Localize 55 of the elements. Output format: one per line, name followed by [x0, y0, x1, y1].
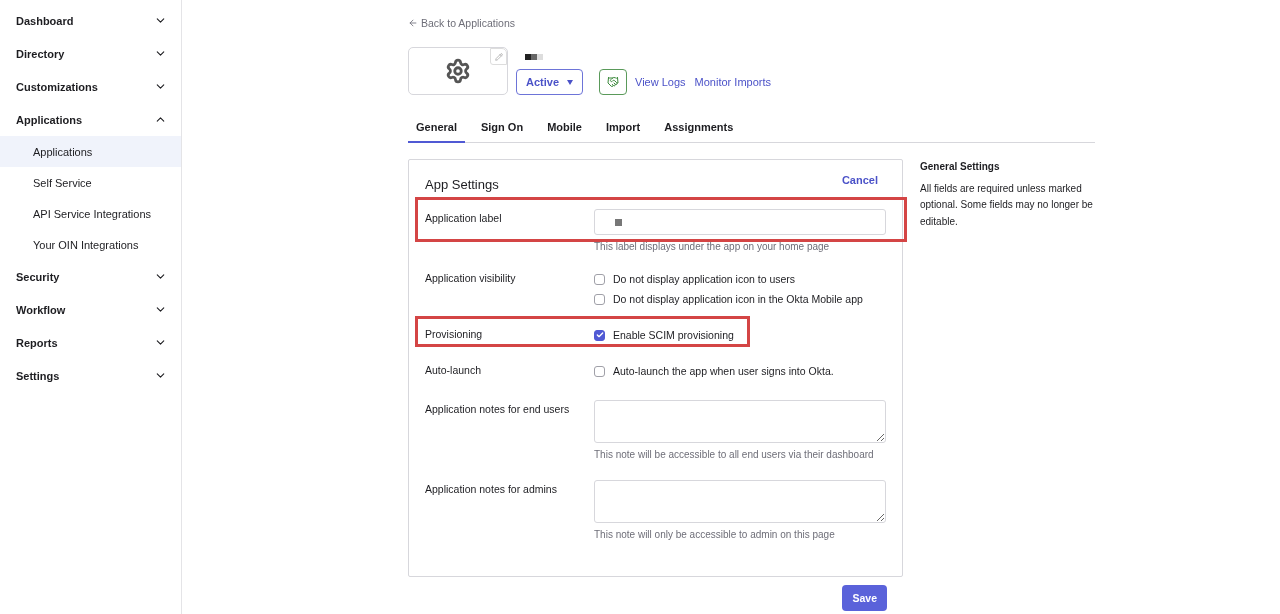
header-link[interactable]: View Logs — [635, 76, 686, 88]
field-label: Provisioning — [425, 328, 484, 342]
status-dropdown[interactable]: Active — [516, 69, 584, 95]
tab[interactable]: Assignments — [656, 115, 742, 143]
tab[interactable]: Import — [598, 115, 649, 143]
gear-icon — [445, 58, 471, 84]
nav-group[interactable]: Customizations — [0, 70, 181, 103]
field-label: Application notes for end users — [425, 402, 571, 417]
checkbox[interactable] — [594, 329, 605, 341]
nav-group[interactable]: Workflow — [0, 293, 181, 326]
checkbox-label: Do not display application icon to users — [613, 273, 796, 285]
notes-field[interactable] — [594, 480, 886, 523]
field-label: Auto-launch — [425, 364, 483, 378]
nav-item[interactable]: Applications — [0, 136, 181, 167]
help-text: All fields are required unless marked optional. Some fields may no longer be editable. — [920, 181, 1094, 229]
checkbox-label: Do not display application icon in the Okta Mobile app — [613, 293, 863, 305]
application-label-field[interactable] — [594, 209, 886, 235]
field-hint: This note will be accessible to all end users via their dashboard — [594, 449, 875, 460]
header-link[interactable]: Monitor Imports — [694, 76, 771, 88]
nav-group[interactable]: Dashboard — [0, 4, 181, 37]
checkbox[interactable] — [594, 273, 605, 285]
redaction-mark — [615, 218, 622, 226]
handshake-icon — [607, 76, 620, 88]
tab[interactable]: Sign On — [472, 115, 532, 143]
checkbox[interactable] — [594, 293, 605, 305]
card-title: App Settings — [425, 177, 499, 192]
handshake-button[interactable] — [599, 69, 628, 95]
field-label: Application visibility — [425, 272, 517, 286]
nav-item[interactable]: API Service Integrations — [0, 198, 181, 229]
redacted-app-name — [525, 54, 543, 60]
save-button[interactable]: Save — [842, 585, 887, 611]
cancel-link[interactable]: Cancel — [841, 174, 878, 186]
field-hint: This label displays under the app on your home page — [594, 241, 831, 252]
checkbox-label: Auto-launch the app when user signs into Okta. — [613, 365, 834, 377]
nav-group[interactable]: Reports — [0, 326, 181, 359]
field-label: Application label — [425, 211, 503, 226]
back-link[interactable]: Back to Applications — [408, 17, 515, 29]
tab[interactable]: General — [408, 115, 465, 143]
nav-item[interactable]: Self Service — [0, 167, 181, 198]
notes-field[interactable] — [594, 400, 886, 443]
edit-logo-button[interactable] — [490, 48, 507, 65]
nav-item[interactable]: Your OIN Integrations — [0, 229, 181, 260]
nav-group[interactable]: Settings — [0, 359, 181, 392]
caret-icon — [567, 79, 574, 85]
field-hint: This note will only be accessible to admin on this page — [594, 529, 836, 540]
pencil-icon — [494, 52, 503, 61]
arrow-left-icon — [408, 18, 418, 28]
help-title: General Settings — [920, 160, 1001, 174]
tab[interactable]: Mobile — [539, 115, 590, 143]
checkbox-label: Enable SCIM provisioning — [613, 329, 734, 341]
nav-group[interactable]: Directory — [0, 37, 181, 70]
nav-group[interactable]: Applications — [0, 103, 181, 136]
field-label: Application notes for admins — [425, 482, 558, 497]
checkbox[interactable] — [594, 365, 605, 377]
nav-group[interactable]: Security — [0, 260, 181, 293]
